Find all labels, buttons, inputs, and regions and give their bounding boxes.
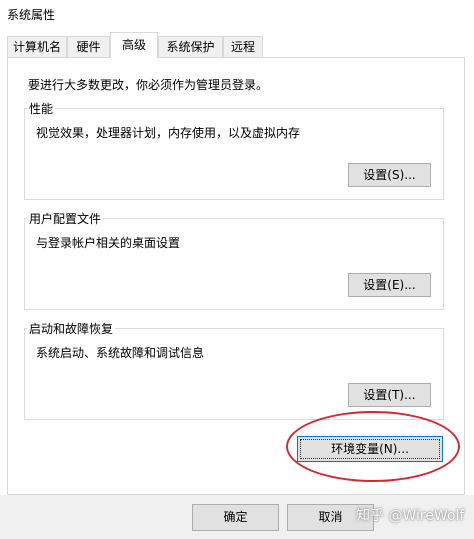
user-profiles-settings-button[interactable]: 设置(E)... — [348, 273, 431, 297]
tab-advanced[interactable]: 高级 — [110, 32, 158, 58]
startup-recovery-settings-button[interactable]: 设置(T)... — [348, 383, 431, 407]
environment-variables-button[interactable]: 环境变量(N)... — [297, 436, 443, 462]
tab-computer-name[interactable]: 计算机名 — [7, 36, 67, 57]
performance-group-title: 性能 — [27, 100, 56, 117]
admin-note: 要进行大多数更改，你必须作为管理员登录。 — [28, 78, 269, 92]
startup-recovery-group-title: 启动和故障恢复 — [27, 320, 116, 337]
performance-settings-button[interactable]: 设置(S)... — [348, 163, 431, 187]
window-title: 系统属性 — [7, 8, 56, 22]
user-profiles-desc: 与登录帐户相关的桌面设置 — [36, 236, 181, 250]
tab-remote[interactable]: 远程 — [223, 36, 263, 57]
focus-rectangle — [300, 439, 440, 459]
watermark: 知乎 @WireWolf — [356, 508, 465, 524]
startup-recovery-desc: 系统启动、系统故障和调试信息 — [36, 346, 205, 360]
performance-desc: 视觉效果，处理器计划，内存使用，以及虚拟内存 — [36, 126, 301, 140]
tab-hardware[interactable]: 硬件 — [67, 36, 110, 57]
tab-system-protection[interactable]: 系统保护 — [158, 36, 223, 57]
user-profiles-group-title: 用户配置文件 — [27, 210, 104, 227]
ok-button[interactable]: 确定 — [192, 504, 279, 531]
title-bar: 系统属性 — [0, 0, 474, 28]
